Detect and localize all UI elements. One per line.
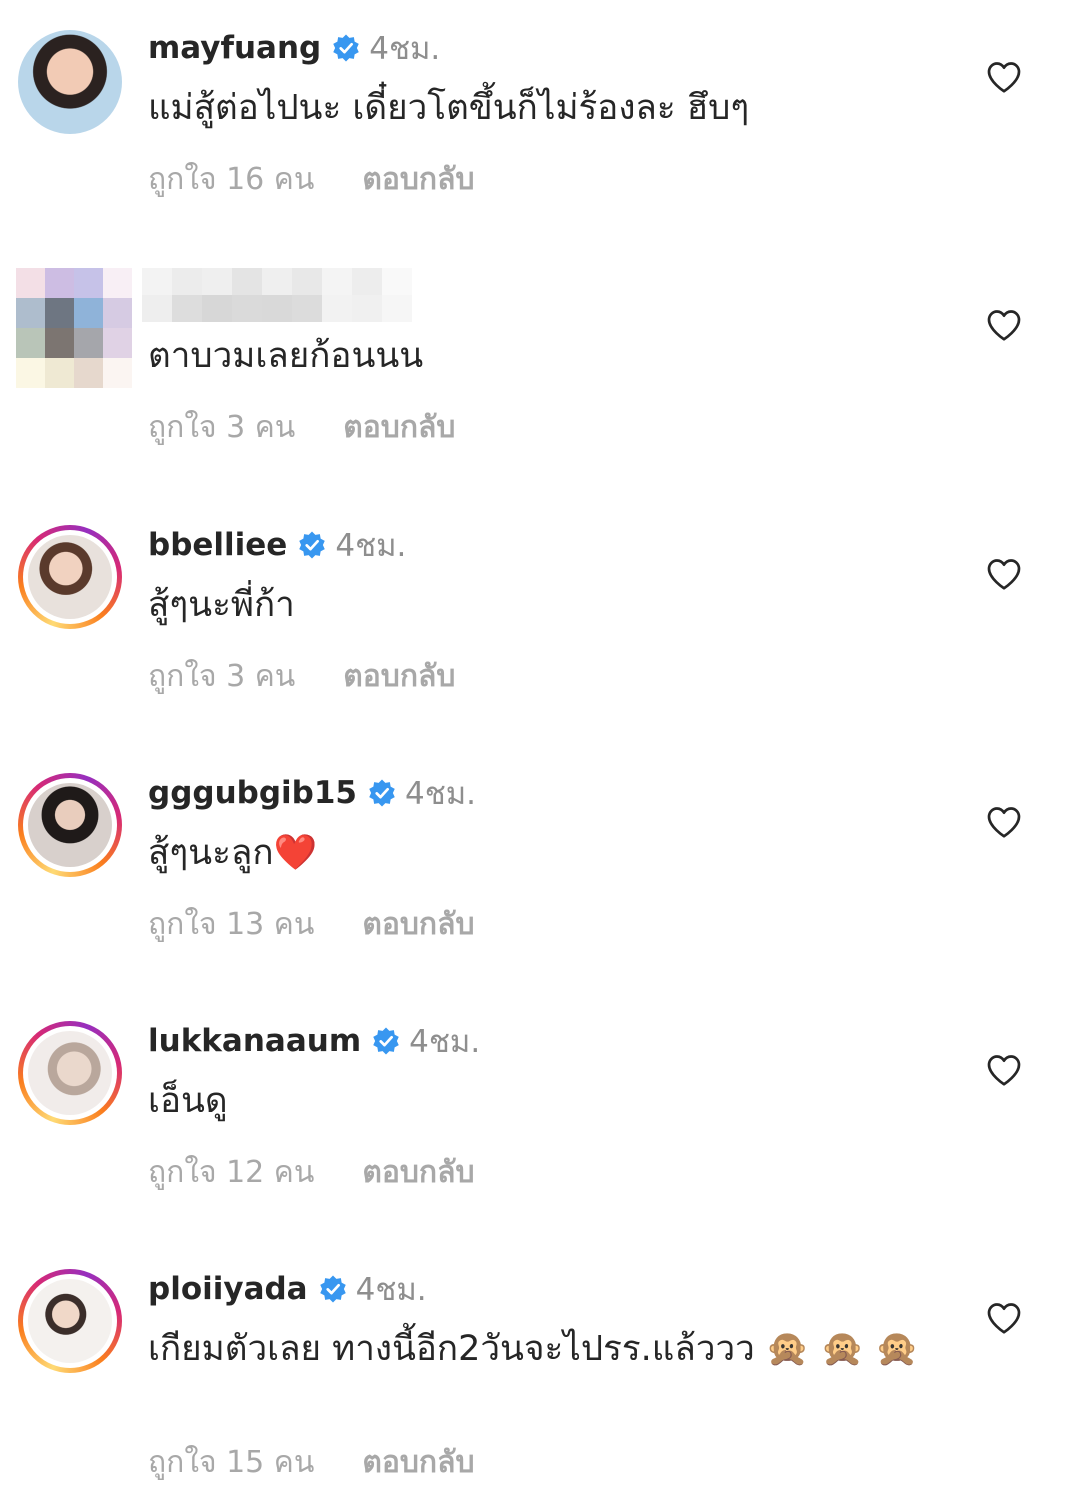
reply-button[interactable]: ตอบกลับ [362, 901, 474, 948]
verified-badge-icon [299, 531, 326, 559]
comment-text-body: สู้ๆนะลูก [148, 833, 274, 873]
timestamp: 4ชม. [404, 776, 477, 812]
verified-badge-icon [333, 34, 359, 62]
verified-badge-icon [373, 1027, 399, 1055]
avatar[interactable] [18, 30, 122, 134]
username[interactable]: lukkanaaum [148, 1023, 361, 1059]
like-count[interactable]: ถูกใจ 16 คน [148, 156, 314, 203]
comment-text: เกียมตัวเลย ทางนี้อีก2วันจะไปรร.แล้ววว 🙊… [148, 1325, 928, 1373]
monkey-emoji: 🙊 🙊 🙊 [765, 1329, 919, 1369]
heart-outline-icon[interactable] [986, 308, 1022, 342]
timestamp: 4ชม. [355, 1272, 427, 1308]
timestamp: 4ชม. [409, 1024, 481, 1060]
username-redacted[interactable] [142, 268, 412, 322]
heart-emoji: ❤️ [273, 833, 318, 873]
like-count[interactable]: ถูกใจ 15 คน [148, 1439, 314, 1486]
username[interactable]: mayfuang [148, 30, 321, 66]
username[interactable]: ploiiyada [148, 1271, 308, 1307]
comment-text: แม่สู้ต่อไปนะ เดี๋ยวโตขึ้นก็ไม่ร้องละ ฮึ… [148, 88, 750, 128]
avatar[interactable] [18, 525, 122, 629]
like-count[interactable]: ถูกใจ 12 คน [148, 1149, 314, 1196]
reply-button[interactable]: ตอบกลับ [343, 404, 455, 451]
heart-outline-icon[interactable] [986, 557, 1022, 591]
avatar[interactable] [18, 1021, 122, 1125]
timestamp: 4ชม. [335, 528, 407, 564]
comment-text: สู้ๆนะพี่ก้า [148, 585, 295, 625]
like-count[interactable]: ถูกใจ 3 คน [148, 653, 295, 700]
timestamp: 4ชม. [369, 31, 441, 67]
reply-button[interactable]: ตอบกลับ [343, 653, 455, 700]
like-count[interactable]: ถูกใจ 13 คน [148, 901, 314, 948]
verified-badge-icon [319, 1275, 346, 1303]
comment-text: สู้ๆนะลูก❤️ [148, 829, 968, 877]
heart-outline-icon[interactable] [986, 1053, 1022, 1087]
avatar[interactable] [18, 1269, 122, 1373]
username[interactable]: bbelliee [148, 527, 287, 563]
reply-button[interactable]: ตอบกลับ [362, 156, 474, 203]
reply-button[interactable]: ตอบกลับ [362, 1439, 474, 1486]
heart-outline-icon[interactable] [986, 60, 1022, 94]
comment-text-body: เกียมตัวเลย ทางนี้อีก2วันจะไปรร.แล้ววว [148, 1329, 755, 1369]
heart-outline-icon[interactable] [986, 1301, 1022, 1335]
like-count[interactable]: ถูกใจ 3 คน [148, 404, 295, 451]
avatar[interactable] [18, 773, 122, 877]
avatar[interactable] [16, 268, 132, 388]
username[interactable]: gggubgib15 [148, 775, 357, 811]
reply-button[interactable]: ตอบกลับ [362, 1149, 474, 1196]
heart-outline-icon[interactable] [986, 805, 1022, 839]
comment-text: ตาบวมเลยก้อนนน [148, 336, 424, 376]
comment-text: เอ็นดู [148, 1081, 228, 1121]
verified-badge-icon [369, 779, 395, 807]
